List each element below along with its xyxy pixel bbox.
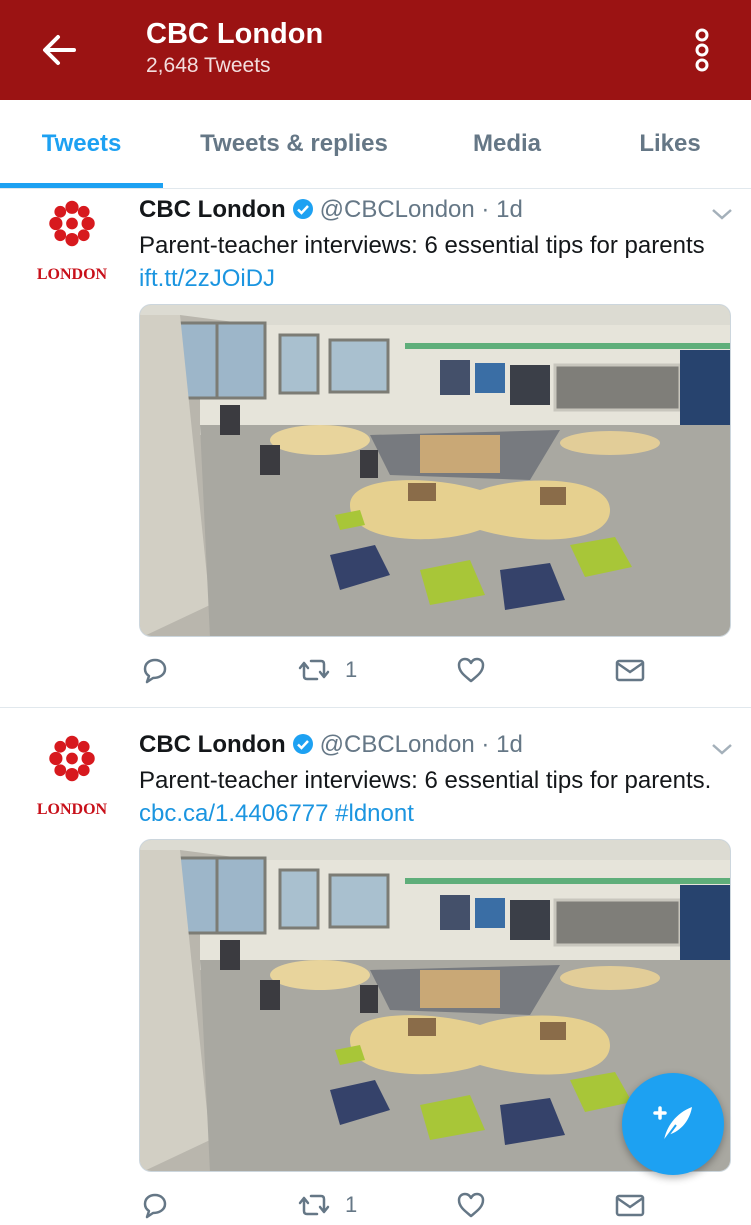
mail-icon — [615, 1194, 645, 1217]
tweet-links: cbc.ca/1.4406777 #ldnont — [139, 800, 414, 828]
reply-icon — [143, 658, 167, 684]
tweet-text: Parent-teacher interviews: 6 essential t… — [139, 232, 705, 259]
cbc-gem-logo — [32, 735, 112, 801]
avatar-label: LONDON — [36, 266, 108, 283]
chevron-down-icon[interactable] — [710, 741, 734, 757]
tweet-media-image[interactable] — [139, 304, 731, 637]
mail-icon — [615, 659, 645, 682]
profile-title: CBC London — [146, 18, 324, 50]
heart-icon — [457, 657, 485, 683]
avatar[interactable]: LONDON — [32, 735, 112, 825]
retweet-button[interactable]: 1 — [297, 650, 357, 690]
tweet-time[interactable]: 1d — [496, 196, 523, 223]
app-bar: CBC London 2,648 Tweets — [0, 0, 751, 100]
tweet-actions: 1 — [139, 1185, 739, 1225]
back-button[interactable] — [36, 26, 84, 74]
tweet-count: 2,648 Tweets — [146, 54, 271, 77]
compose-tweet-icon — [653, 1106, 692, 1142]
tweet-links: ift.tt/2zJOiDJ — [139, 265, 275, 293]
arrow-left-icon — [43, 35, 76, 65]
avatar-label: LONDON — [36, 801, 108, 818]
vertical-dots-icon — [695, 28, 709, 72]
profile-tabs: Tweets Tweets & replies Media Likes — [0, 100, 751, 189]
retweet-count: 1 — [345, 1192, 358, 1217]
separator: · — [481, 196, 490, 223]
tweet-link[interactable]: cbc.ca/1.4406777 — [139, 800, 328, 827]
reply-button[interactable] — [139, 650, 171, 690]
tweet-actions: 1 — [139, 650, 739, 690]
share-button[interactable] — [613, 650, 647, 690]
cbc-gem-logo — [32, 200, 112, 266]
retweet-icon — [298, 659, 330, 681]
tweet-header: CBC London @CBCLondon · 1d — [139, 196, 523, 224]
retweet-count: 1 — [345, 657, 358, 682]
hashtag-link[interactable]: #ldnont — [335, 800, 414, 827]
chevron-down-icon[interactable] — [710, 206, 734, 222]
author-name[interactable]: CBC London — [139, 731, 286, 758]
share-button[interactable] — [613, 1185, 647, 1225]
tab-media[interactable]: Media — [440, 100, 574, 188]
reply-icon — [143, 1193, 167, 1219]
tweet-link[interactable]: ift.tt/2zJOiDJ — [139, 265, 275, 292]
more-options-button[interactable] — [686, 28, 718, 72]
classroom-photo — [140, 305, 731, 637]
heart-icon — [457, 1192, 485, 1218]
author-handle[interactable]: @CBCLondon — [320, 731, 475, 758]
like-button[interactable] — [455, 650, 487, 690]
retweet-icon — [298, 1194, 330, 1216]
tweet-text: Parent-teacher interviews: 6 essential t… — [139, 767, 712, 794]
tweet-time[interactable]: 1d — [496, 731, 523, 758]
separator: · — [481, 731, 490, 758]
tab-tweets-and-replies[interactable]: Tweets & replies — [175, 100, 413, 188]
compose-tweet-button[interactable] — [622, 1073, 724, 1175]
like-button[interactable] — [455, 1185, 487, 1225]
reply-button[interactable] — [139, 1185, 171, 1225]
verified-badge-icon — [292, 734, 313, 754]
active-tab-indicator — [0, 183, 163, 188]
author-name[interactable]: CBC London — [139, 196, 286, 223]
verified-badge-icon — [292, 199, 313, 219]
avatar[interactable]: LONDON — [32, 200, 112, 290]
tweet-card[interactable]: LONDON CBC London @CBCLondon · 1d Parent-… — [0, 192, 751, 702]
tweet-divider — [0, 707, 751, 708]
tab-tweets[interactable]: Tweets — [0, 100, 163, 188]
tweet-header: CBC London @CBCLondon · 1d — [139, 731, 523, 759]
author-handle[interactable]: @CBCLondon — [320, 196, 475, 223]
tab-likes[interactable]: Likes — [600, 100, 740, 188]
retweet-button[interactable]: 1 — [297, 1185, 357, 1225]
